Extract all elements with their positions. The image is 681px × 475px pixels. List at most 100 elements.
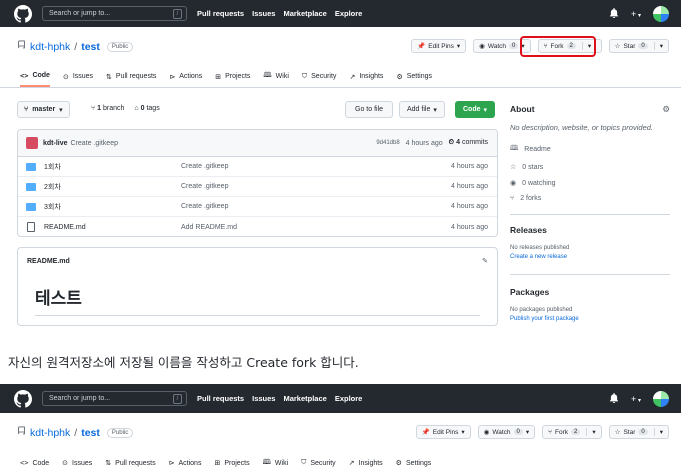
tab-code[interactable]: <> Code bbox=[20, 452, 49, 474]
forks-link[interactable]: ⑂ 2 forks bbox=[510, 195, 670, 202]
github-logo-icon[interactable] bbox=[14, 389, 32, 408]
commits-link[interactable]: ⏲ 4 commits bbox=[449, 139, 488, 147]
file-time: 4 hours ago bbox=[451, 223, 488, 231]
tab-issues[interactable]: ⊙ Issues bbox=[62, 452, 92, 474]
create-new-button[interactable]: + ▾ bbox=[631, 9, 641, 19]
tab-insights[interactable]: ↗ Insights bbox=[349, 452, 383, 474]
repo-name-link[interactable]: test bbox=[81, 427, 100, 439]
code-button[interactable]: Code ▾ bbox=[455, 101, 496, 118]
repo-separator: / bbox=[74, 426, 78, 439]
gear-icon[interactable]: ⚙ bbox=[662, 104, 670, 115]
readme-link[interactable]: 🕮 Readme bbox=[510, 144, 670, 155]
branches-link[interactable]: ⑂ 1 branch bbox=[91, 105, 124, 112]
caret-down-icon: ▾ bbox=[456, 43, 461, 50]
nav-issues[interactable]: Issues bbox=[252, 9, 275, 18]
tab-label: Actions bbox=[179, 73, 203, 80]
bell-icon[interactable] bbox=[609, 7, 619, 20]
file-commit-message[interactable]: Create .gitkeep bbox=[181, 183, 228, 190]
watching-link[interactable]: ◉ 0 watching bbox=[510, 179, 670, 188]
avatar[interactable] bbox=[653, 390, 669, 407]
tab-wiki[interactable]: 🕮 Wiki bbox=[263, 66, 288, 87]
graph-icon: ↗ bbox=[348, 460, 355, 467]
repo-owner-link[interactable]: kdt-hphk bbox=[30, 41, 70, 53]
edit-pins-button[interactable]: 📌 Edit Pins ▾ bbox=[411, 39, 467, 53]
nav-marketplace[interactable]: Marketplace bbox=[283, 394, 326, 403]
releases-empty: No releases published bbox=[510, 245, 570, 251]
search-input[interactable]: Search or jump to... / bbox=[42, 391, 187, 406]
tab-actions[interactable]: ⊳ Actions bbox=[169, 66, 202, 87]
tab-pull-requests[interactable]: ⇅ Pull requests bbox=[105, 452, 155, 474]
book-icon: 🕮 bbox=[262, 458, 271, 466]
bell-icon[interactable] bbox=[609, 392, 619, 405]
go-to-file-button[interactable]: Go to file bbox=[345, 101, 394, 118]
book-icon: 🕮 bbox=[263, 72, 272, 79]
file-name[interactable]: 1회차 bbox=[44, 162, 174, 172]
releases-title[interactable]: Releases bbox=[510, 225, 670, 235]
create-release-link[interactable]: Create a new release bbox=[510, 254, 670, 260]
branch-count: 1 bbox=[97, 105, 102, 112]
tab-security[interactable]: ⛉ Security bbox=[302, 66, 337, 87]
file-name[interactable]: 3회차 bbox=[44, 202, 174, 212]
packages-title[interactable]: Packages bbox=[510, 287, 670, 297]
file-commit-message[interactable]: Add README.md bbox=[181, 224, 237, 231]
tab-projects[interactable]: ⊞ Projects bbox=[215, 66, 250, 87]
fork-button[interactable]: ⑂ Fork 2 ▾ bbox=[542, 425, 602, 439]
tab-settings[interactable]: ⚙ Settings bbox=[396, 452, 432, 474]
list-item[interactable]: 3회차 Create .gitkeep 4 hours ago bbox=[18, 197, 497, 217]
commit-message[interactable]: Create .gitkeep bbox=[71, 140, 118, 147]
commit-sha[interactable]: 9d41db8 bbox=[376, 140, 399, 146]
tags-link[interactable]: ⌂ 0 tags bbox=[134, 105, 159, 112]
file-commit-message[interactable]: Create .gitkeep bbox=[181, 203, 228, 210]
tab-code[interactable]: <> Code bbox=[20, 66, 50, 87]
nav-explore[interactable]: Explore bbox=[335, 9, 363, 18]
edit-pins-button[interactable]: 📌 Edit Pins ▾ bbox=[415, 425, 471, 439]
repo-actions: 📌 Edit Pins ▾ ◉ Watch 0 ▾ ⑂ Fork 2 ▾ ☆ Star 0 ▾ bbox=[415, 425, 669, 439]
caret-down-icon[interactable]: ▾ bbox=[653, 428, 663, 436]
tab-insights[interactable]: ↗ Insights bbox=[349, 66, 383, 87]
publish-package-link[interactable]: Publish your first package bbox=[510, 316, 670, 322]
create-new-button[interactable]: + ▾ bbox=[631, 394, 641, 404]
nav-pull-requests[interactable]: Pull requests bbox=[197, 394, 244, 403]
code-icon: <> bbox=[20, 459, 29, 467]
nav-marketplace[interactable]: Marketplace bbox=[283, 9, 326, 18]
add-file-button[interactable]: Add file ▾ bbox=[399, 101, 445, 118]
branch-selector[interactable]: ⑂ master ▾ bbox=[17, 101, 70, 118]
tab-projects[interactable]: ⊞ Projects bbox=[214, 452, 249, 474]
repo-tabs-2: <> Code ⊙ Issues ⇅ Pull requests ⊳ Actions ⊞… bbox=[0, 452, 681, 474]
repo-owner-link[interactable]: kdt-hphk bbox=[30, 427, 70, 439]
github-logo-icon[interactable] bbox=[14, 4, 32, 23]
watching-label: 0 watching bbox=[522, 179, 556, 187]
nav-issues[interactable]: Issues bbox=[252, 394, 275, 403]
eye-icon: ◉ bbox=[510, 180, 517, 187]
search-input[interactable]: Search or jump to... / bbox=[42, 6, 187, 21]
nav-explore[interactable]: Explore bbox=[335, 394, 363, 403]
list-item[interactable]: 2회차 Create .gitkeep 4 hours ago bbox=[18, 177, 497, 197]
tab-wiki[interactable]: 🕮 Wiki bbox=[263, 452, 288, 474]
tab-security[interactable]: ⛉ Security bbox=[301, 452, 336, 474]
list-item[interactable]: 1회차 Create .gitkeep 4 hours ago bbox=[18, 157, 497, 177]
fork-icon: ⑂ bbox=[510, 195, 515, 202]
nav-pull-requests[interactable]: Pull requests bbox=[197, 9, 244, 18]
file-name[interactable]: README.md bbox=[44, 224, 174, 231]
tab-actions[interactable]: ⊳ Actions bbox=[169, 452, 202, 474]
tab-settings[interactable]: ⚙ Settings bbox=[396, 66, 432, 87]
caret-down-icon[interactable]: ▾ bbox=[653, 42, 663, 50]
caret-down-icon[interactable]: ▾ bbox=[586, 428, 596, 436]
list-item[interactable]: README.md Add README.md 4 hours ago bbox=[18, 217, 497, 236]
tab-label: Wiki bbox=[274, 459, 289, 467]
tab-issues[interactable]: ⊙ Issues bbox=[63, 66, 93, 87]
star-button[interactable]: ☆ Star 0 ▾ bbox=[608, 425, 669, 439]
file-name[interactable]: 2회차 bbox=[44, 182, 174, 192]
stars-link[interactable]: ☆ 0 stars bbox=[510, 163, 670, 172]
pencil-icon[interactable]: ✎ bbox=[482, 257, 488, 265]
tab-pull-requests[interactable]: ⇅ Pull requests bbox=[106, 66, 156, 87]
file-commit-message[interactable]: Create .gitkeep bbox=[181, 163, 228, 170]
star-button[interactable]: ☆ Star 0 ▾ bbox=[608, 39, 669, 53]
repo-separator: / bbox=[74, 40, 78, 53]
avatar[interactable] bbox=[26, 137, 38, 149]
eye-icon: ◉ bbox=[479, 43, 485, 50]
commit-author[interactable]: kdt-live bbox=[43, 140, 68, 147]
avatar[interactable] bbox=[653, 5, 669, 22]
repo-name-link[interactable]: test bbox=[81, 41, 100, 53]
watch-button[interactable]: ◉ Watch 0 ▾ bbox=[477, 425, 536, 439]
